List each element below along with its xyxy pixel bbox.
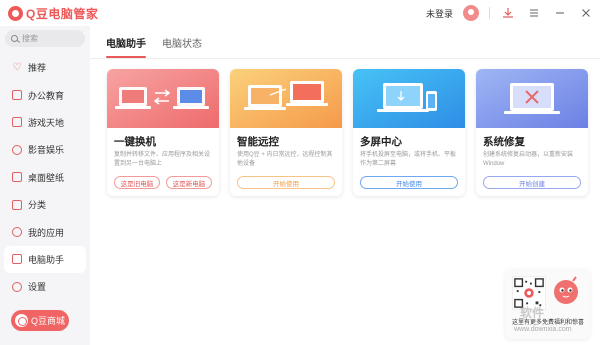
briefcase-icon [12, 90, 22, 101]
sidebar-item-recommend[interactable]: ♡ 推荐 [0, 54, 90, 81]
sidebar-item-label: 设置 [28, 282, 47, 293]
start-remote-button[interactable]: 开始使用 [237, 176, 335, 189]
sidebar-item-label: 分类 [28, 200, 47, 211]
search-placeholder: 搜索 [22, 34, 38, 43]
remote-control-banner-icon [230, 69, 342, 128]
divider [90, 58, 600, 59]
image-icon [12, 172, 22, 183]
sidebar-item-label: 电脑助手 [28, 254, 65, 265]
sidebar-item-games[interactable]: 游戏天地 [0, 109, 90, 136]
close-icon[interactable] [578, 5, 594, 21]
watermark-text: 软件 [520, 306, 545, 320]
mascot-icon [554, 276, 578, 304]
gamepad-icon [12, 117, 22, 128]
sidebar-nav: ♡ 推荐 办公教育 游戏天地 影音娱乐 桌面壁纸 分类 我的应用 电脑助手 设置 [0, 54, 90, 301]
app-logo: Q豆电脑管家 [8, 5, 98, 22]
system-repair-banner-icon [476, 69, 588, 128]
avatar[interactable] [463, 5, 479, 21]
sidebar: 搜索 ♡ 推荐 办公教育 游戏天地 影音娱乐 桌面壁纸 分类 我的应用 电脑助手… [0, 26, 90, 345]
sidebar-item-settings[interactable]: 设置 [0, 273, 90, 300]
sidebar-item-label: 推荐 [28, 63, 47, 74]
monitor-icon [12, 254, 22, 265]
window-controls: 未登录 [426, 3, 594, 23]
shop-label: Q豆商城 [31, 316, 66, 326]
card-description: 将手机投屏至电脑，或将手机、平板作为第二屏幕 [360, 152, 457, 167]
card-system-repair: 系统修复 创建系统修复启动器，以重新安装Window 开始创建 [476, 69, 588, 196]
user-icon [12, 227, 22, 238]
multi-screen-banner-icon [353, 69, 465, 128]
sidebar-item-wallpaper[interactable]: 桌面壁纸 [0, 164, 90, 191]
card-title: 系统修复 [483, 136, 525, 148]
minimize-icon[interactable] [552, 5, 568, 21]
card-multi-screen: 多屏中心 将手机投屏至电脑，或将手机、平板作为第二屏幕 开始使用 [353, 69, 465, 196]
card-device-migration: 一键换机 复制并转移文件、应用程序及相关设置到另一台电脑上 这是旧电脑 这是新电… [107, 69, 219, 196]
sidebar-item-label: 桌面壁纸 [28, 172, 65, 183]
card-title: 一键换机 [114, 136, 156, 148]
start-create-button[interactable]: 开始创建 [483, 176, 581, 189]
download-icon[interactable] [500, 5, 516, 21]
card-title: 智能远控 [237, 136, 279, 148]
sidebar-item-office[interactable]: 办公教育 [0, 81, 90, 108]
shop-button[interactable]: Q豆商城 [11, 310, 69, 331]
tab-pc-assistant[interactable]: 电脑助手 [106, 35, 146, 58]
sidebar-item-my-apps[interactable]: 我的应用 [0, 218, 90, 245]
login-link[interactable]: 未登录 [426, 7, 453, 20]
migration-banner-icon [107, 69, 219, 128]
tab-pc-status[interactable]: 电脑状态 [162, 35, 202, 58]
sidebar-item-label: 办公教育 [28, 90, 65, 101]
sidebar-item-label: 游戏天地 [28, 117, 65, 128]
gear-icon [12, 281, 22, 292]
watermark-url: www.downxia.com [514, 326, 572, 333]
title-bar: Q豆电脑管家 未登录 [0, 0, 600, 26]
divider [489, 7, 490, 19]
sidebar-item-label: 影音娱乐 [28, 145, 65, 156]
sidebar-item-category[interactable]: 分类 [0, 191, 90, 218]
card-description: 使用Q豆 + 内日常远控，远程控制其他设备 [237, 152, 333, 167]
search-icon [11, 35, 18, 42]
menu-icon[interactable] [526, 5, 542, 21]
old-pc-button[interactable]: 这是旧电脑 [114, 176, 160, 189]
sidebar-item-label: 我的应用 [28, 227, 65, 238]
card-remote-control: 智能远控 使用Q豆 + 内日常远控，远程控制其他设备 开始使用 [230, 69, 342, 196]
video-icon [12, 144, 22, 155]
grid-icon [12, 199, 22, 210]
search-input[interactable]: 搜索 [5, 30, 85, 47]
app-title: Q豆电脑管家 [26, 7, 99, 21]
new-pc-button[interactable]: 这是新电脑 [166, 176, 212, 189]
card-title: 多屏中心 [360, 136, 402, 148]
card-description: 复制并转移文件、应用程序及相关设置到另一台电脑上 [114, 152, 211, 167]
app-logo-icon [8, 6, 23, 21]
shop-logo-icon [15, 314, 28, 327]
sidebar-item-pc-assistant[interactable]: 电脑助手 [4, 245, 86, 274]
heart-icon: ♡ [12, 61, 22, 73]
sidebar-item-media[interactable]: 影音娱乐 [0, 136, 90, 163]
card-description: 创建系统修复启动器，以重新安装Window [483, 152, 574, 167]
tab-bar: 电脑助手 电脑状态 [106, 35, 202, 58]
start-multi-screen-button[interactable]: 开始使用 [360, 176, 458, 189]
